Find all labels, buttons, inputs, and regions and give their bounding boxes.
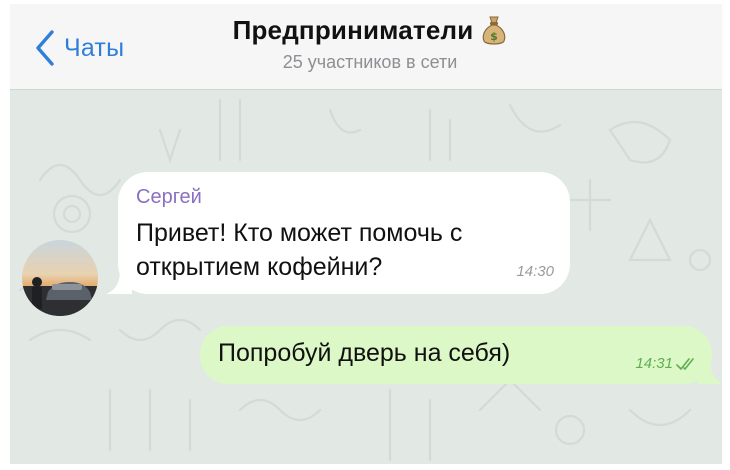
message-text: Привет! Кто может помочь с открытием коф…: [136, 219, 463, 281]
money-bag-icon: $: [483, 16, 506, 45]
back-button[interactable]: Чаты: [34, 28, 124, 68]
sender-avatar[interactable]: [22, 240, 98, 316]
back-label: Чаты: [64, 33, 125, 62]
outgoing-message[interactable]: Попробуй дверь на себя) 14:31: [200, 326, 722, 384]
chat-window: Чаты Предприниматели $ 25 участников в с…: [10, 4, 722, 464]
message-meta: 14:31: [635, 355, 698, 372]
sender-name[interactable]: Сергей: [136, 186, 202, 209]
message-list[interactable]: Сергей Привет! Кто может помочь с открыт…: [10, 90, 722, 464]
chat-title-block[interactable]: Предприниматели $ 25 участников в сети: [180, 14, 560, 73]
bubble-tail: [698, 360, 722, 384]
chat-header: Чаты Предприниматели $ 25 участников в с…: [10, 4, 722, 90]
message-time: 14:31: [635, 355, 673, 372]
incoming-message[interactable]: Сергей Привет! Кто может помочь с открыт…: [106, 172, 570, 294]
avatar-photo: [22, 240, 98, 316]
message-time: 14:30: [516, 263, 554, 280]
chevron-left-icon: [36, 30, 54, 66]
message-text: Попробуй дверь на себя): [218, 339, 511, 367]
chat-title: Предприниматели: [232, 14, 474, 45]
double-check-icon: [676, 357, 694, 370]
chat-subtitle: 25 участников в сети: [282, 52, 458, 72]
svg-text:$: $: [491, 30, 499, 43]
bubble-tail: [106, 270, 132, 294]
